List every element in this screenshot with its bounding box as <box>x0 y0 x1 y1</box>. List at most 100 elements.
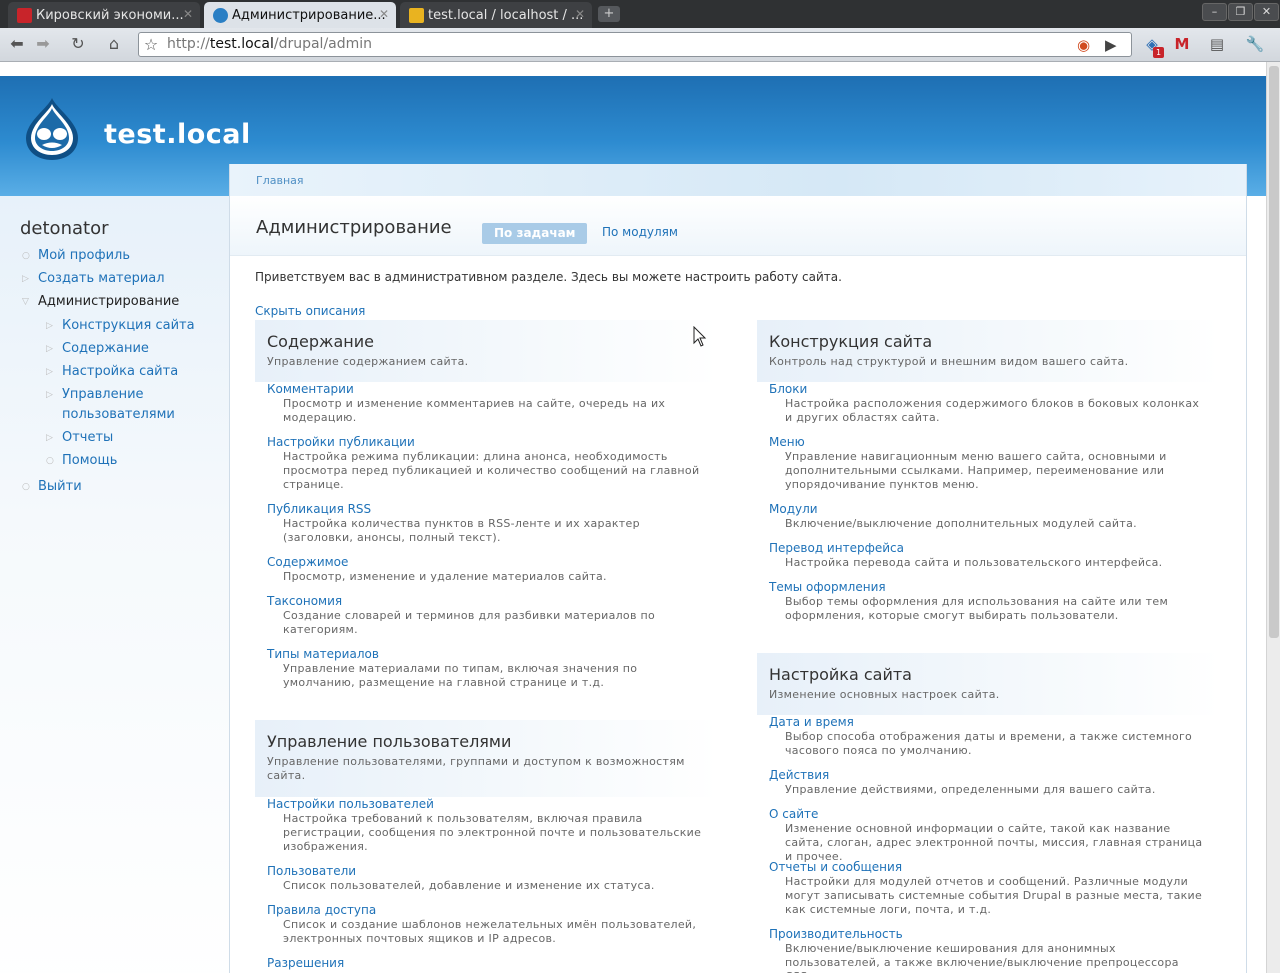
extension-icon[interactable]: ◉ <box>1077 34 1090 56</box>
admin-block-site-building: Конструкция сайта Контроль над структуро… <box>757 320 1220 633</box>
admin-item-link[interactable]: Пользователи <box>267 864 706 879</box>
admin-item-link[interactable]: Содержимое <box>267 555 706 570</box>
wrench-menu-icon[interactable]: 🔧 <box>1240 33 1270 55</box>
browser-toolbar: ⬅ ➡ ↻ ⌂ ☆ http://test.local/drupal/admin… <box>0 28 1280 62</box>
admin-item: Меню Управление навигационным меню вашег… <box>757 435 1220 502</box>
vertical-scrollbar[interactable] <box>1266 62 1280 973</box>
maximize-icon[interactable]: ❐ <box>1228 3 1253 21</box>
admin-item-description: Просмотр, изменение и удаление материало… <box>283 570 607 583</box>
gmail-icon[interactable]: M <box>1172 33 1192 55</box>
admin-item-link[interactable]: Публикация RSS <box>267 502 706 517</box>
tab-by-module[interactable]: По модулям <box>602 225 678 239</box>
admin-item-link[interactable]: Блоки <box>769 382 1208 397</box>
tab-by-task[interactable]: По задачам <box>482 223 588 244</box>
admin-item-description: Создание словарей и терминов для разбивк… <box>283 609 656 636</box>
browser-tab-strip: Кировский экономи... ✕ Администрирование… <box>0 0 1280 28</box>
admin-item: Блоки Настройка расположения содержимого… <box>757 382 1220 435</box>
block-description: Изменение основных настроек сайта. <box>769 688 1000 701</box>
admin-item-description: Настройка требований к пользователям, вк… <box>283 812 702 853</box>
reload-icon[interactable]: ↻ <box>64 32 92 57</box>
admin-item-link[interactable]: Настройки пользователей <box>267 797 706 812</box>
admin-item: Дата и время Выбор способа отображения д… <box>757 715 1220 768</box>
admin-item-link[interactable]: Комментарии <box>267 382 706 397</box>
sidebar-item-my-profile[interactable]: Мой профиль <box>38 246 130 266</box>
title-bar: Администрирование По задачам По модулям <box>230 196 1246 256</box>
admin-item-link[interactable]: Правила доступа <box>267 903 706 918</box>
admin-item-link[interactable]: Действия <box>769 768 1208 783</box>
browser-tab-active[interactable]: Администрирование... ✕ <box>204 2 396 28</box>
admin-item-description: Управление действиями, определенными для… <box>785 783 1156 796</box>
collapsed-arrow-icon: ▷ <box>46 390 53 400</box>
hide-descriptions-link[interactable]: Скрыть описания <box>255 304 365 318</box>
admin-item-link[interactable]: Таксономия <box>267 594 706 609</box>
sidebar-item-user-management[interactable]: Управление пользователями <box>62 385 175 425</box>
new-tab-button[interactable]: + <box>598 6 620 22</box>
breadcrumb-home-link[interactable]: Главная <box>256 174 304 187</box>
go-arrow-icon[interactable]: ▶ <box>1105 34 1117 56</box>
back-arrow-icon[interactable]: ⬅ <box>4 32 30 57</box>
browser-tab[interactable]: Кировский экономи... ✕ <box>8 2 200 28</box>
admin-item: Производительность Включение/выключение … <box>757 927 1220 973</box>
admin-item: Темы оформления Выбор темы оформления дл… <box>757 580 1220 633</box>
page-menu-icon[interactable]: ▤ <box>1204 33 1230 55</box>
admin-item-description: Список пользователей, добавление и измен… <box>283 879 655 892</box>
collapsed-arrow-icon: ▷ <box>46 321 53 331</box>
forward-arrow-icon[interactable]: ➡ <box>30 32 56 57</box>
sidebar-item-reports[interactable]: Отчеты <box>62 428 113 448</box>
tab-title: test.local / localhost / ... <box>428 8 584 23</box>
admin-item-link[interactable]: Меню <box>769 435 1208 450</box>
page-title: Администрирование <box>256 217 452 238</box>
admin-item: Перевод интерфейса Настройка перевода са… <box>757 541 1220 580</box>
sidebar-item-create-content[interactable]: Создать материал <box>38 269 165 289</box>
admin-item-description: Изменение основной информации о сайте, т… <box>785 822 1203 863</box>
sidebar-item-content[interactable]: Содержание <box>62 339 149 359</box>
admin-item: Публикация RSS Настройка количества пунк… <box>255 502 718 555</box>
sidebar-item-logout[interactable]: Выйти <box>38 477 82 497</box>
admin-item-link[interactable]: Производительность <box>769 927 1208 942</box>
close-tab-icon[interactable]: ✕ <box>183 7 193 21</box>
mouse-cursor-icon <box>693 326 707 347</box>
window-close-icon[interactable]: ✕ <box>1254 3 1279 21</box>
breadcrumb-bar: Главная <box>230 164 1246 196</box>
sidebar-item-site-config[interactable]: Настройка сайта <box>62 362 178 382</box>
close-tab-icon[interactable]: ✕ <box>575 7 585 21</box>
admin-item-link[interactable]: Модули <box>769 502 1208 517</box>
admin-item: Настройки пользователей Настройка требов… <box>255 797 718 864</box>
admin-item-link[interactable]: Типы материалов <box>267 647 706 662</box>
url-text: http://test.local/drupal/admin <box>167 36 373 52</box>
admin-item: Модули Включение/выключение дополнительн… <box>757 502 1220 541</box>
close-tab-icon[interactable]: ✕ <box>379 7 389 21</box>
admin-item-link[interactable]: О сайте <box>769 807 1208 822</box>
expanded-arrow-icon: ▽ <box>22 297 29 307</box>
admin-item-link[interactable]: Отчеты и сообщения <box>769 860 1208 875</box>
admin-item: Разрешения <box>255 956 718 973</box>
collapsed-arrow-icon: ▷ <box>22 274 29 284</box>
admin-item-link[interactable]: Дата и время <box>769 715 1208 730</box>
admin-item-link[interactable]: Перевод интерфейса <box>769 541 1208 556</box>
bullet-icon: ○ <box>46 456 54 466</box>
site-name[interactable]: test.local <box>104 119 251 150</box>
block-title: Настройка сайта <box>769 665 912 684</box>
sidebar-item-site-building[interactable]: Конструкция сайта <box>62 316 195 336</box>
minimize-icon[interactable]: – <box>1202 3 1227 21</box>
admin-item-description: Управление навигационным меню вашего сай… <box>785 450 1167 491</box>
admin-item: Правила доступа Список и создание шаблон… <box>255 903 718 956</box>
admin-item: Содержимое Просмотр, изменение и удалени… <box>255 555 718 594</box>
address-bar[interactable]: ☆ http://test.local/drupal/admin ◉ ▶ <box>138 32 1132 57</box>
drupal-logo-icon[interactable] <box>22 96 82 162</box>
admin-item-description: Список и создание шаблонов нежелательных… <box>283 918 697 945</box>
home-icon[interactable]: ⌂ <box>100 32 128 57</box>
admin-item-description: Включение/выключение дополнительных моду… <box>785 517 1137 530</box>
scrollbar-thumb[interactable] <box>1269 66 1279 638</box>
sidebar-item-administration[interactable]: Администрирование <box>38 292 179 312</box>
sidebar-item-help[interactable]: Помощь <box>62 451 117 471</box>
admin-item-description: Настройка количества пунктов в RSS-ленте… <box>283 517 640 544</box>
admin-item-link[interactable]: Разрешения <box>267 956 706 971</box>
browser-tab[interactable]: test.local / localhost / ... ✕ <box>400 2 592 28</box>
block-title: Содержание <box>267 332 374 351</box>
admin-item-link[interactable]: Темы оформления <box>769 580 1208 595</box>
admin-item-link[interactable]: Настройки публикации <box>267 435 706 450</box>
block-description: Контроль над структурой и внешним видом … <box>769 355 1129 368</box>
block-description: Управление содержанием сайта. <box>267 355 469 368</box>
bookmark-star-icon[interactable]: ☆ <box>141 34 161 55</box>
